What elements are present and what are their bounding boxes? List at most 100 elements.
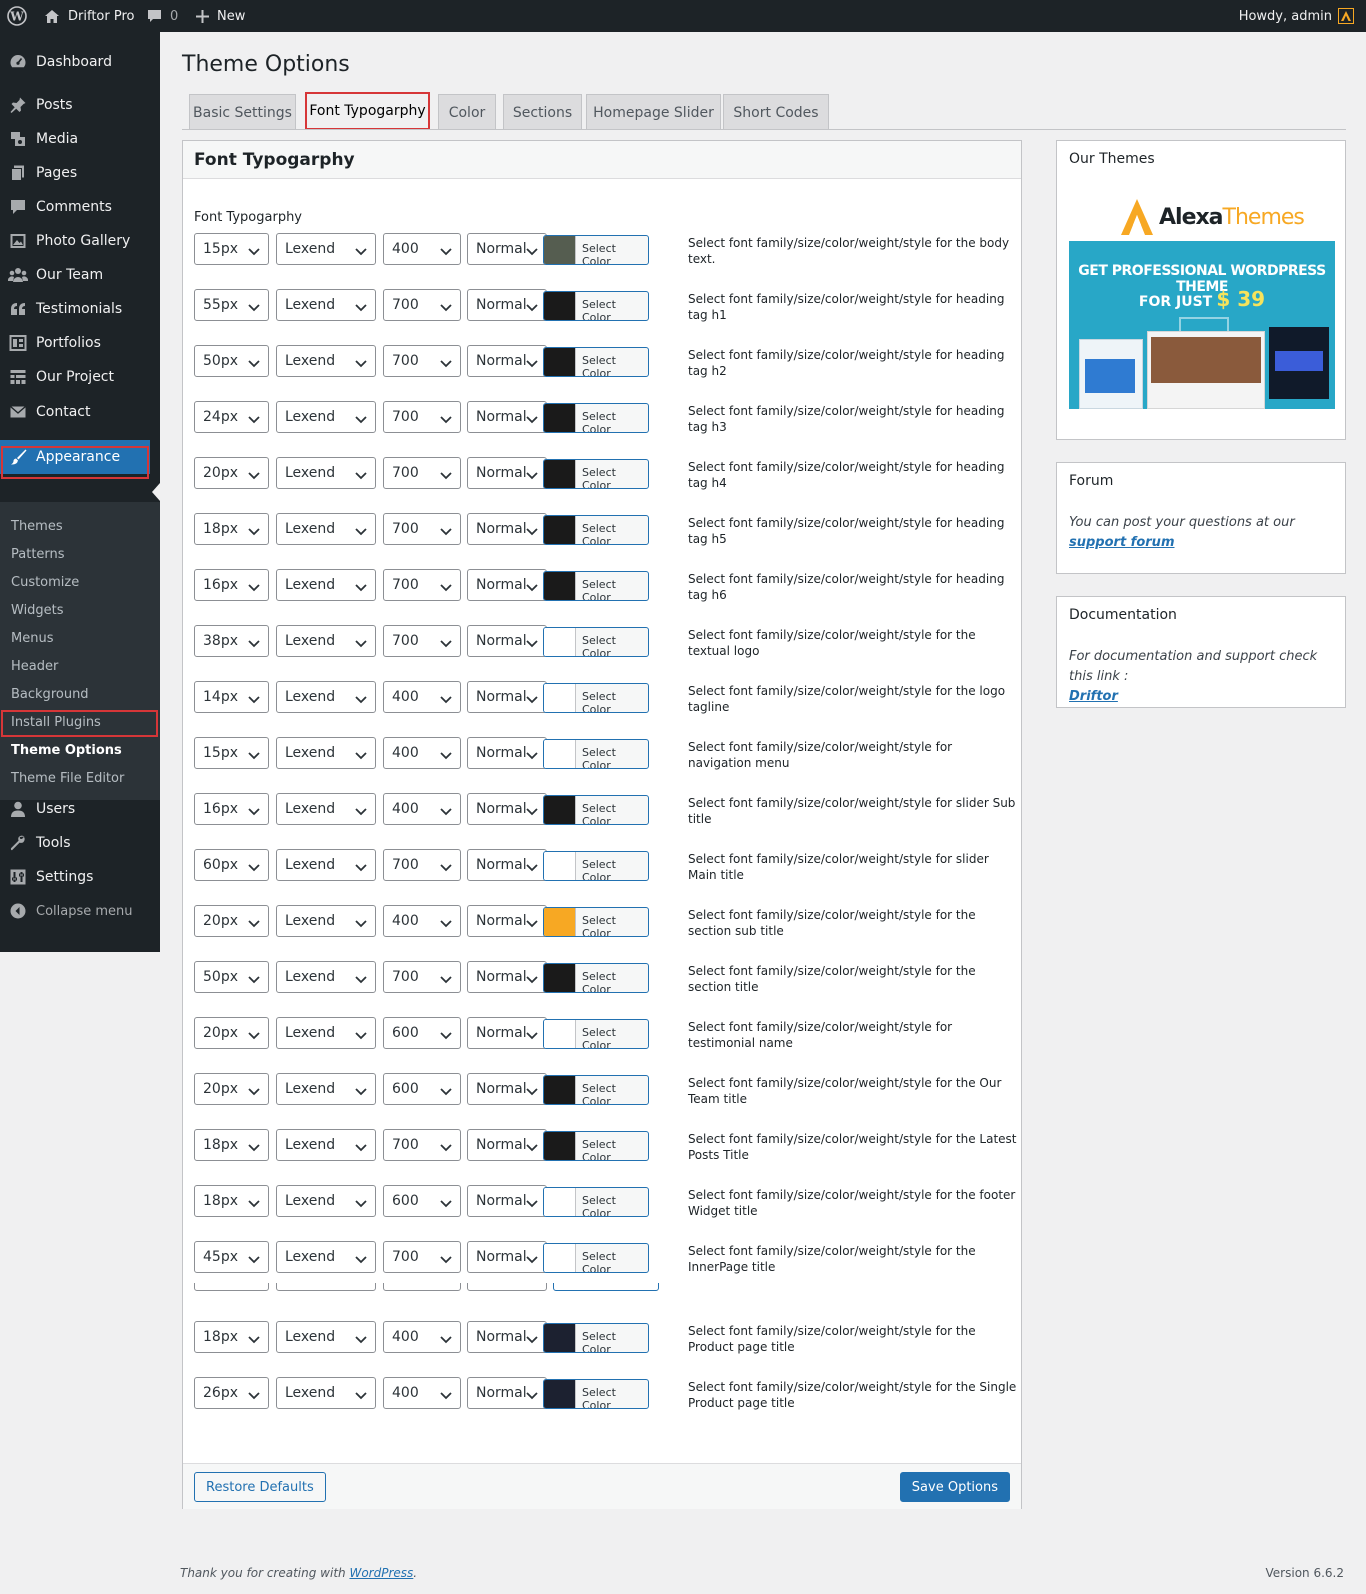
sidebar-item-contact[interactable]: Contact — [0, 395, 160, 429]
font-family-select[interactable]: Lexend — [276, 1185, 376, 1217]
submenu-item-theme-options[interactable]: Theme Options — [11, 737, 122, 763]
font-family-select[interactable]: Lexend — [276, 289, 376, 321]
select-color-button[interactable]: Select Color — [543, 1243, 649, 1273]
font-weight-select[interactable]: 400 — [383, 1377, 461, 1409]
font-size-select[interactable]: 50px — [194, 345, 269, 377]
restore-defaults-button[interactable]: Restore Defaults — [194, 1472, 326, 1502]
tab-basic-settings[interactable]: Basic Settings — [189, 94, 296, 130]
submenu-item-themes[interactable]: Themes — [11, 513, 63, 539]
comments-link[interactable]: 0 — [147, 0, 178, 32]
font-size-select[interactable]: 45px — [194, 1241, 269, 1273]
select-color-button[interactable]: Select Color — [543, 683, 649, 713]
tab-short-codes[interactable]: Short Codes — [723, 94, 829, 130]
select-color-button[interactable]: Select Color — [543, 571, 649, 601]
font-style-select[interactable]: Normal — [467, 1321, 547, 1353]
sidebar-item-comments[interactable]: Comments — [0, 190, 160, 224]
font-weight-select[interactable]: 400 — [383, 793, 461, 825]
font-weight-select[interactable]: 400 — [383, 233, 461, 265]
alexa-themes-logo[interactable]: Alexa Themes — [1119, 195, 1305, 239]
font-size-select[interactable]: 16px — [194, 569, 269, 601]
save-options-button[interactable]: Save Options — [899, 1472, 1010, 1502]
font-weight-select[interactable]: 700 — [383, 961, 461, 993]
font-family-select[interactable]: Lexend — [276, 737, 376, 769]
font-style-select[interactable]: Normal — [467, 233, 547, 265]
font-weight-select[interactable]: 700 — [383, 289, 461, 321]
font-weight-select[interactable]: 700 — [383, 849, 461, 881]
font-weight-select[interactable]: 700 — [383, 1241, 461, 1273]
font-family-select[interactable]: Lexend — [276, 1241, 376, 1273]
font-style-select[interactable]: Normal — [467, 737, 547, 769]
font-size-select[interactable]: 50px — [194, 961, 269, 993]
tab-homepage-slider[interactable]: Homepage Slider — [586, 94, 721, 130]
select-color-button[interactable]: Select Color — [543, 627, 649, 657]
wordpress-logo-icon[interactable]: W — [7, 0, 27, 32]
font-style-select[interactable]: Normal — [467, 1185, 547, 1217]
font-size-select[interactable]: 60px — [194, 849, 269, 881]
font-family-select[interactable]: Lexend — [276, 1129, 376, 1161]
font-weight-select[interactable]: 700 — [383, 1129, 461, 1161]
font-style-select[interactable]: Normal — [467, 457, 547, 489]
font-family-select[interactable]: Lexend — [276, 569, 376, 601]
font-style-select[interactable]: Normal — [467, 401, 547, 433]
font-weight-select[interactable]: 700 — [383, 569, 461, 601]
sidebar-item-media[interactable]: Media — [0, 122, 160, 156]
font-weight-select[interactable]: 600 — [383, 1185, 461, 1217]
support-forum-link[interactable]: support forum — [1069, 535, 1175, 550]
font-family-select[interactable]: Lexend — [276, 345, 376, 377]
submenu-item-menus[interactable]: Menus — [11, 625, 53, 651]
select-color-button[interactable]: Select Color — [543, 1379, 649, 1409]
font-family-select[interactable]: Lexend — [276, 1377, 376, 1409]
select-color-button[interactable]: Select Color — [543, 963, 649, 993]
font-size-select[interactable]: 18px — [194, 1185, 269, 1217]
my-account-link[interactable]: Howdy, admin — [1239, 0, 1354, 32]
select-color-button[interactable]: Select Color — [543, 347, 649, 377]
font-weight-select[interactable]: 400 — [383, 905, 461, 937]
font-family-select[interactable]: Lexend — [276, 681, 376, 713]
font-family-select[interactable]: Lexend — [276, 401, 376, 433]
font-size-select[interactable]: 20px — [194, 1017, 269, 1049]
font-weight-select[interactable]: 600 — [383, 1017, 461, 1049]
font-weight-select[interactable]: 700 — [383, 401, 461, 433]
select-color-button[interactable]: Select Color — [543, 459, 649, 489]
font-family-select[interactable]: Lexend — [276, 905, 376, 937]
font-size-select[interactable]: 20px — [194, 1073, 269, 1105]
sidebar-item-appearance[interactable]: Appearance — [0, 440, 150, 474]
font-family-select[interactable]: Lexend — [276, 1321, 376, 1353]
font-family-select[interactable]: Lexend — [276, 625, 376, 657]
font-style-select[interactable]: Normal — [467, 289, 547, 321]
sidebar-item-tools[interactable]: Tools — [0, 826, 160, 860]
sidebar-item-collapse-menu[interactable]: Collapse menu — [0, 894, 160, 928]
font-style-select[interactable]: Normal — [467, 961, 547, 993]
font-weight-select[interactable]: 600 — [383, 1073, 461, 1105]
font-size-select[interactable]: 55px — [194, 289, 269, 321]
font-style-select[interactable]: Normal — [467, 569, 547, 601]
font-family-select[interactable]: Lexend — [276, 513, 376, 545]
font-weight-select[interactable]: 700 — [383, 457, 461, 489]
font-style-select[interactable]: Normal — [467, 1241, 547, 1273]
sidebar-item-our-project[interactable]: Our Project — [0, 360, 160, 394]
font-style-select[interactable]: Normal — [467, 1129, 547, 1161]
font-size-select[interactable]: 16px — [194, 793, 269, 825]
select-color-button[interactable]: Select Color — [543, 739, 649, 769]
font-size-select[interactable]: 15px — [194, 737, 269, 769]
font-size-select[interactable]: 18px — [194, 1321, 269, 1353]
submenu-item-patterns[interactable]: Patterns — [11, 541, 65, 567]
sidebar-item-testimonials[interactable]: Testimonials — [0, 292, 160, 326]
font-family-select[interactable]: Lexend — [276, 233, 376, 265]
font-weight-select[interactable]: 400 — [383, 681, 461, 713]
font-size-select[interactable]: 14px — [194, 681, 269, 713]
submenu-item-widgets[interactable]: Widgets — [11, 597, 64, 623]
font-style-select[interactable]: Normal — [467, 1017, 547, 1049]
select-color-button[interactable]: Select Color — [543, 1131, 649, 1161]
font-style-select[interactable]: Normal — [467, 1073, 547, 1105]
select-color-button[interactable]: Select Color — [543, 515, 649, 545]
font-size-select[interactable]: 15px — [194, 233, 269, 265]
submenu-item-header[interactable]: Header — [11, 653, 58, 679]
font-style-select[interactable]: Normal — [467, 1377, 547, 1409]
select-color-button[interactable]: Select Color — [543, 1075, 649, 1105]
font-style-select[interactable]: Normal — [467, 513, 547, 545]
font-size-select[interactable]: 20px — [194, 905, 269, 937]
select-color-button[interactable]: Select Color — [543, 403, 649, 433]
font-family-select[interactable]: Lexend — [276, 961, 376, 993]
font-size-select[interactable]: 20px — [194, 457, 269, 489]
